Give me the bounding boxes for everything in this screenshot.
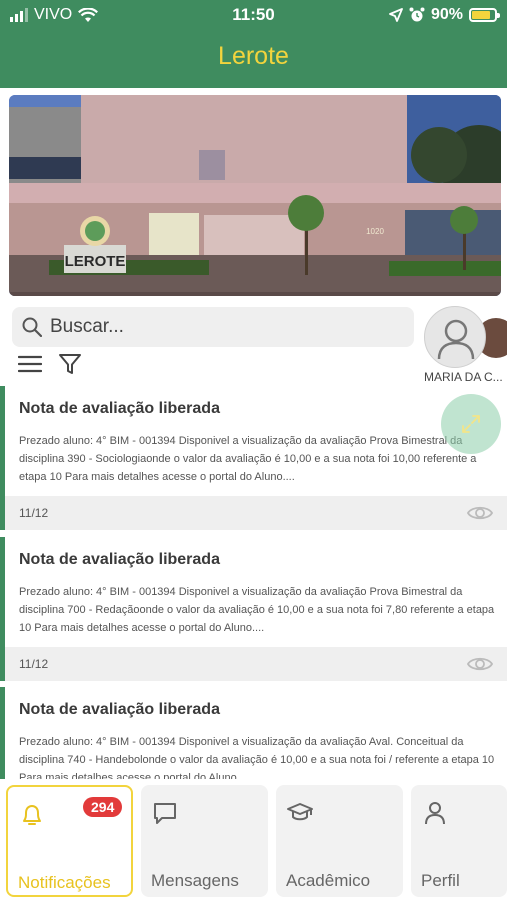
avatar[interactable] — [424, 306, 486, 368]
search-bar[interactable] — [12, 307, 414, 347]
expand-icon — [462, 415, 480, 433]
notification-body: Prezado aluno: 4° BIM - 001394 Disponive… — [19, 586, 495, 634]
notification-footer: 11/12 — [5, 647, 507, 681]
school-banner-image: LEROTE 1020 — [9, 95, 501, 296]
expand-fab-button[interactable] — [441, 394, 501, 454]
user-icon — [425, 802, 445, 825]
notification-title: Nota de avaliação liberada — [19, 701, 220, 718]
status-bar: VIVO 11:50 90% — [0, 0, 507, 30]
notification-card[interactable]: Nota de avaliação liberada Prezado aluno… — [0, 537, 507, 681]
menu-icon[interactable] — [18, 354, 42, 374]
notification-card[interactable]: Nota de avaliação liberada Prezado aluno… — [0, 687, 507, 779]
notification-title: Nota de avaliação liberada — [19, 551, 220, 568]
location-icon — [389, 8, 403, 22]
filter-icon[interactable] — [58, 352, 82, 376]
user-placeholder-icon — [437, 319, 475, 360]
notification-count-badge: 294 — [83, 797, 123, 817]
app-screen: VIVO 11:50 90% Lerote LEROTE 1020 Buscar… — [0, 0, 507, 900]
bell-icon — [23, 805, 41, 825]
profile-name: MARIA DA C... — [424, 370, 503, 384]
tab-perfil[interactable]: Perfil — [411, 785, 507, 897]
search-input[interactable] — [50, 316, 380, 338]
alarm-icon — [409, 7, 425, 22]
notification-date: 11/12 — [19, 657, 49, 671]
tab-mensagens[interactable]: Mensagens — [141, 785, 268, 897]
notification-body: Prezado aluno: 4° BIM - 001394 Disponive… — [19, 736, 495, 779]
battery-percent: 90% — [430, 6, 463, 23]
banner-address-number: 1020 — [366, 227, 384, 236]
graduation-cap-icon — [287, 803, 313, 821]
tab-label: Notificações — [18, 873, 111, 892]
chat-icon — [154, 803, 176, 824]
tab-notificacoes[interactable]: 294 Notificações — [6, 785, 133, 897]
app-header: VIVO 11:50 90% Lerote — [0, 0, 507, 88]
eye-icon[interactable] — [467, 503, 493, 523]
tab-academico[interactable]: Acadêmico — [276, 785, 403, 897]
tab-label: Acadêmico — [286, 871, 371, 890]
notification-date: 11/12 — [19, 506, 49, 520]
profile-switcher[interactable]: MARIA DA C... — [424, 306, 507, 386]
bottom-tab-bar: 294 Notificações Mensagens Acadêmico Per… — [0, 779, 507, 900]
banner-sign-text: LEROTE — [65, 253, 126, 270]
eye-icon[interactable] — [467, 654, 493, 674]
notification-title: Nota de avaliação liberada — [19, 400, 220, 417]
notification-footer: 11/12 — [5, 496, 507, 530]
card-accent-bar — [0, 687, 5, 779]
list-tools — [18, 352, 82, 376]
page-title: Lerote — [218, 42, 289, 70]
notification-card[interactable]: Nota de avaliação liberada Prezado aluno… — [0, 386, 507, 530]
battery-icon — [469, 8, 500, 22]
tab-label: Perfil — [421, 871, 460, 890]
notification-body: Prezado aluno: 4° BIM - 001394 Disponive… — [19, 435, 477, 483]
tab-label: Mensagens — [151, 871, 239, 890]
search-icon — [22, 317, 42, 337]
